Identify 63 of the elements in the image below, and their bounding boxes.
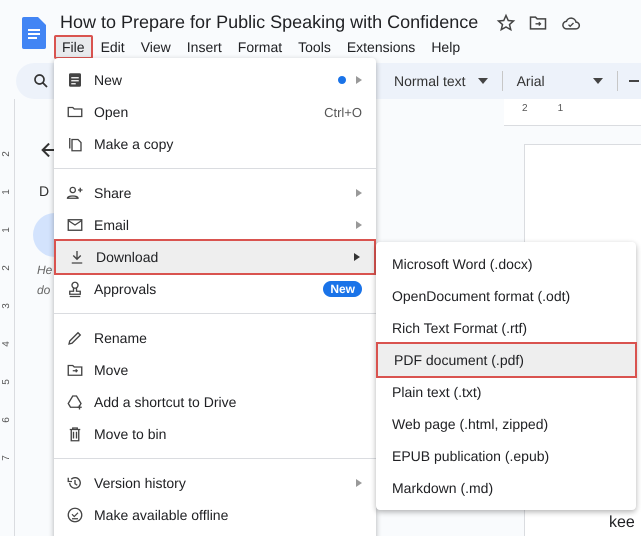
menu-entry[interactable]: Web page (.html, zipped) (376, 408, 636, 440)
new-badge: New (323, 281, 362, 297)
menu-item[interactable]: Extensions (338, 35, 424, 59)
search-icon[interactable] (32, 72, 50, 90)
history-icon (66, 474, 84, 492)
shortcut-text: Ctrl+O (324, 104, 362, 120)
menu-item[interactable]: Edit (92, 35, 133, 59)
caret-icon (478, 78, 488, 84)
pencil-icon (66, 329, 84, 347)
menu-item[interactable]: Format (230, 35, 290, 59)
ruler-number: 4 (0, 340, 13, 349)
menu-entry[interactable]: Rename (54, 322, 376, 354)
ruler-number: 2 (522, 103, 528, 116)
menu-entry[interactable]: Move to bin (54, 418, 376, 450)
ruler-number: 5 (0, 378, 13, 387)
menu-item[interactable]: File (54, 35, 93, 59)
document-title[interactable]: How to Prepare for Public Speaking with Confidence (60, 12, 478, 33)
menu-entry[interactable]: Add a shortcut to Drive (54, 386, 376, 418)
copy-icon (66, 135, 84, 153)
ruler-number: 3 (0, 302, 13, 311)
envelope-icon (66, 216, 84, 234)
menu-entry[interactable]: Make available offline (54, 499, 376, 531)
menu-entry[interactable]: Move (54, 354, 376, 386)
menu-entry[interactable]: PDF document (.pdf) (378, 344, 635, 376)
menu-item[interactable]: Insert (178, 35, 230, 59)
menu-entry[interactable]: Rich Text Format (.rtf) (376, 312, 636, 344)
menu-entry[interactable]: Microsoft Word (.docx) (376, 248, 636, 280)
menu-entry[interactable]: Download (56, 241, 374, 273)
doc-icon (66, 71, 84, 89)
menu-item[interactable]: Help (423, 35, 468, 59)
font-dropdown[interactable]: Arial (512, 73, 607, 89)
menu-entry[interactable]: Make a copy (54, 128, 376, 160)
menu-entry[interactable]: Share (54, 177, 376, 209)
page-text: kee (609, 514, 635, 532)
caret-icon (592, 78, 603, 84)
stamp-icon (66, 280, 84, 298)
paragraph-style-dropdown[interactable]: Normal text (390, 73, 492, 89)
menu-entry[interactable]: Email (54, 209, 376, 241)
menu-item[interactable]: Tools (290, 35, 339, 59)
ruler-number: 6 (0, 416, 13, 425)
menu-entry[interactable]: Open Ctrl+O (54, 96, 376, 128)
ruler-number: 1 (0, 226, 13, 235)
menu-entry[interactable]: Markdown (.md) (376, 472, 636, 504)
ruler-number: 2 (0, 264, 13, 273)
drive-shortcut-icon (66, 393, 84, 411)
star-icon[interactable] (496, 12, 516, 32)
menu-entry[interactable]: EPUB publication (.epub) (376, 440, 636, 472)
ruler-number: 1 (558, 103, 564, 116)
menu-entry[interactable]: OpenDocument format (.odt) (376, 280, 636, 312)
menu-entry[interactable]: Approvals New (54, 273, 376, 305)
offline-check-icon (66, 506, 84, 524)
docs-logo-icon[interactable] (22, 17, 46, 49)
menu-item[interactable]: View (132, 35, 179, 59)
menu-entry[interactable]: Version history (54, 467, 376, 499)
menu-entry[interactable]: Plain text (.txt) (376, 376, 636, 408)
sidebar-heading: D (39, 183, 50, 199)
ruler-number: 7 (0, 454, 13, 463)
ruler-number: 1 (0, 188, 13, 197)
sidebar-note: He (37, 263, 52, 277)
add-person-icon (66, 184, 84, 202)
ruler-number: 2 (0, 150, 13, 159)
menu-entry[interactable]: New (54, 64, 376, 96)
sidebar-note: do (37, 283, 50, 297)
